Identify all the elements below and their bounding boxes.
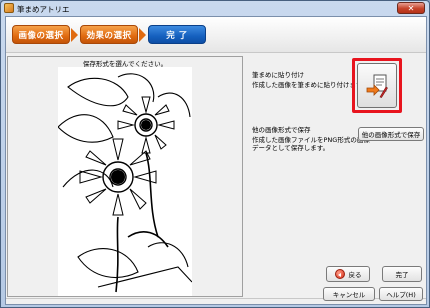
save-other-description-line1: 作成した画像ファイルをPNG形式の画像 bbox=[252, 136, 370, 144]
save-other-option-title: 他の画像形式で保存 bbox=[252, 126, 311, 134]
sunflower-sketch-image bbox=[57, 67, 193, 296]
help-button[interactable]: ヘルプ(H) bbox=[379, 287, 423, 301]
paste-option-title: 筆まめに貼り付け bbox=[252, 71, 304, 79]
title-bar[interactable]: 筆まめアトリエ ✕ bbox=[1, 1, 429, 16]
back-button[interactable]: 戻る bbox=[326, 266, 370, 282]
window-title: 筆まめアトリエ bbox=[17, 5, 70, 14]
app-window: 筆まめアトリエ ✕ 画像の選択 効果の選択 完 了 保存形式を選んでください。 bbox=[0, 0, 430, 308]
footer-bar: キャンセル ヘルプ(H) bbox=[5, 285, 427, 305]
paste-to-fudemame-button[interactable] bbox=[357, 63, 397, 108]
step-complete: 完 了 bbox=[148, 25, 206, 44]
close-button[interactable]: ✕ bbox=[397, 2, 425, 14]
preview-panel: 保存形式を選んでください。 bbox=[7, 56, 243, 297]
save-other-format-button[interactable]: 他の画像形式で保存 bbox=[358, 127, 424, 141]
sunflower-sketch-svg bbox=[57, 67, 193, 296]
wizard-client-area: 画像の選択 効果の選択 完 了 保存形式を選んでください。 筆まめに貼り付け 作… bbox=[5, 16, 427, 305]
save-other-description-line2: データとして保存します。 bbox=[252, 144, 330, 152]
step-arrow-icon bbox=[139, 28, 146, 42]
back-arrow-icon bbox=[334, 269, 345, 279]
step-select-effect: 効果の選択 bbox=[80, 25, 138, 44]
paste-to-fudemame-icon bbox=[366, 74, 388, 98]
step-select-image: 画像の選択 bbox=[12, 25, 70, 44]
back-button-label: 戻る bbox=[348, 271, 362, 279]
app-icon bbox=[4, 3, 14, 13]
cancel-button[interactable]: キャンセル bbox=[323, 287, 375, 301]
step-arrow-icon bbox=[71, 28, 78, 42]
finish-button[interactable]: 完了 bbox=[382, 266, 422, 282]
step-bar: 画像の選択 効果の選択 完 了 bbox=[6, 17, 426, 53]
paste-option-description: 作成した画像を筆まめに貼り付けます。 bbox=[252, 81, 369, 89]
